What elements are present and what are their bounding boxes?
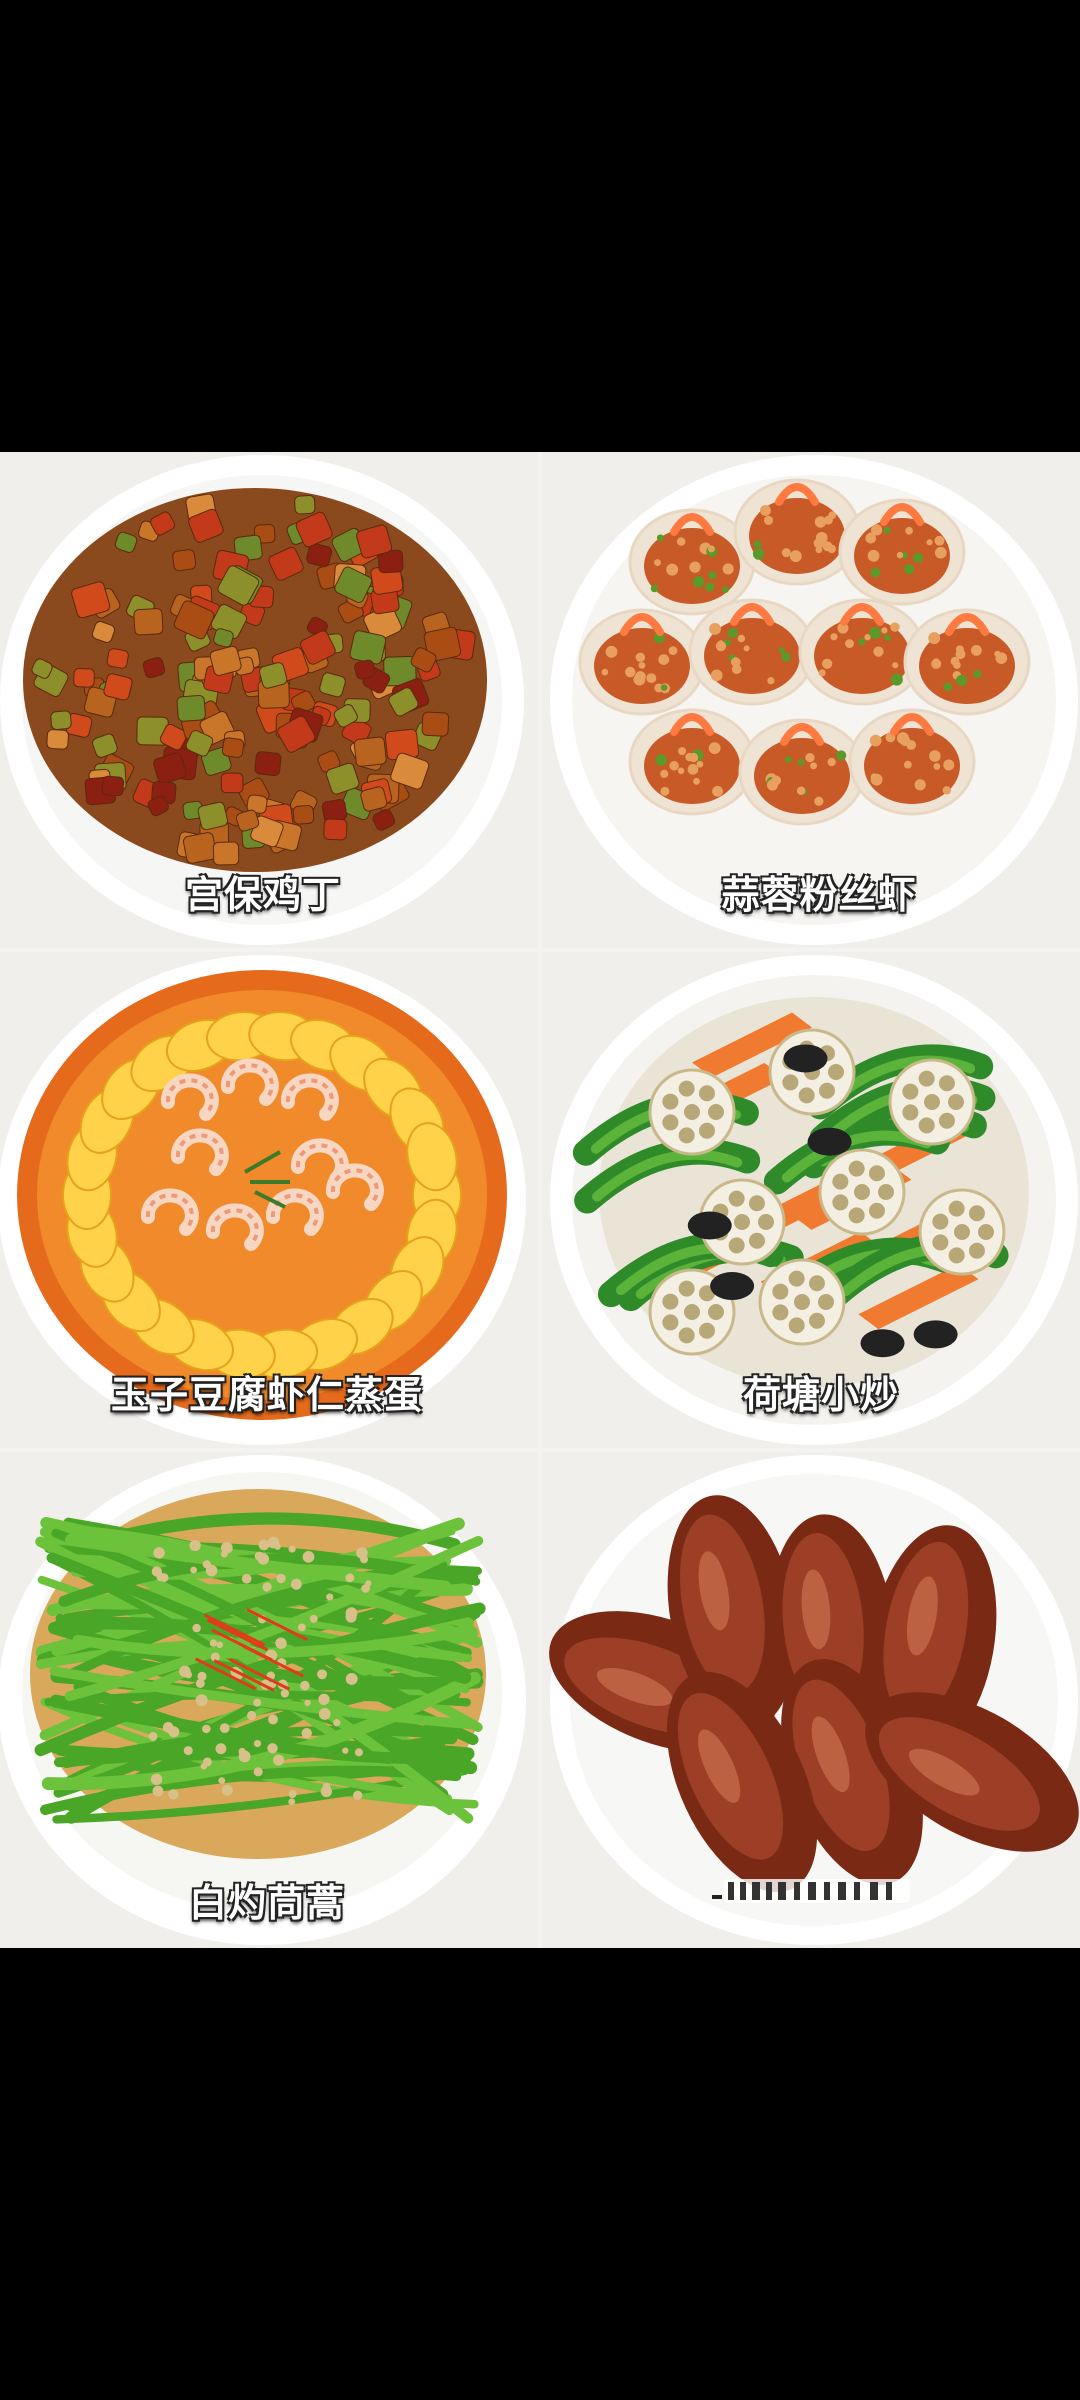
braised-chicken-wings-photo xyxy=(549,1455,1079,1945)
dish-tile-braised-chicken-wings xyxy=(542,1452,1080,1948)
dish-label: 蒜蓉粉丝虾 xyxy=(721,873,917,917)
dish-label: 白灼茼蒿 xyxy=(188,1881,345,1925)
dish-label: 荷塘小炒 xyxy=(742,1373,899,1417)
dish-tile-lotus-pond-stir-fry: 荷塘小炒 xyxy=(542,952,1080,1448)
dish-tile-tofu-shrimp-steamed-egg: 玉子豆腐虾仁蒸蛋 xyxy=(0,952,538,1448)
dish-label: 玉子豆腐虾仁蒸蛋 xyxy=(110,1373,423,1417)
dish-tile-kung-pao-chicken: 宫保鸡丁 xyxy=(0,452,538,948)
dish-tile-blanched-chrysanthemum-greens: 白灼茼蒿 xyxy=(0,1452,538,1948)
watermark-logo xyxy=(712,1879,910,1903)
dish-tile-garlic-vermicelli-shrimp: 蒜蓉粉丝虾 xyxy=(542,452,1080,948)
dish-collage: 宫保鸡丁 蒜蓉粉丝虾 玉子豆腐虾仁蒸蛋 荷塘小炒 白灼茼蒿 xyxy=(0,452,1080,1948)
dish-label: 宫保鸡丁 xyxy=(184,873,341,917)
